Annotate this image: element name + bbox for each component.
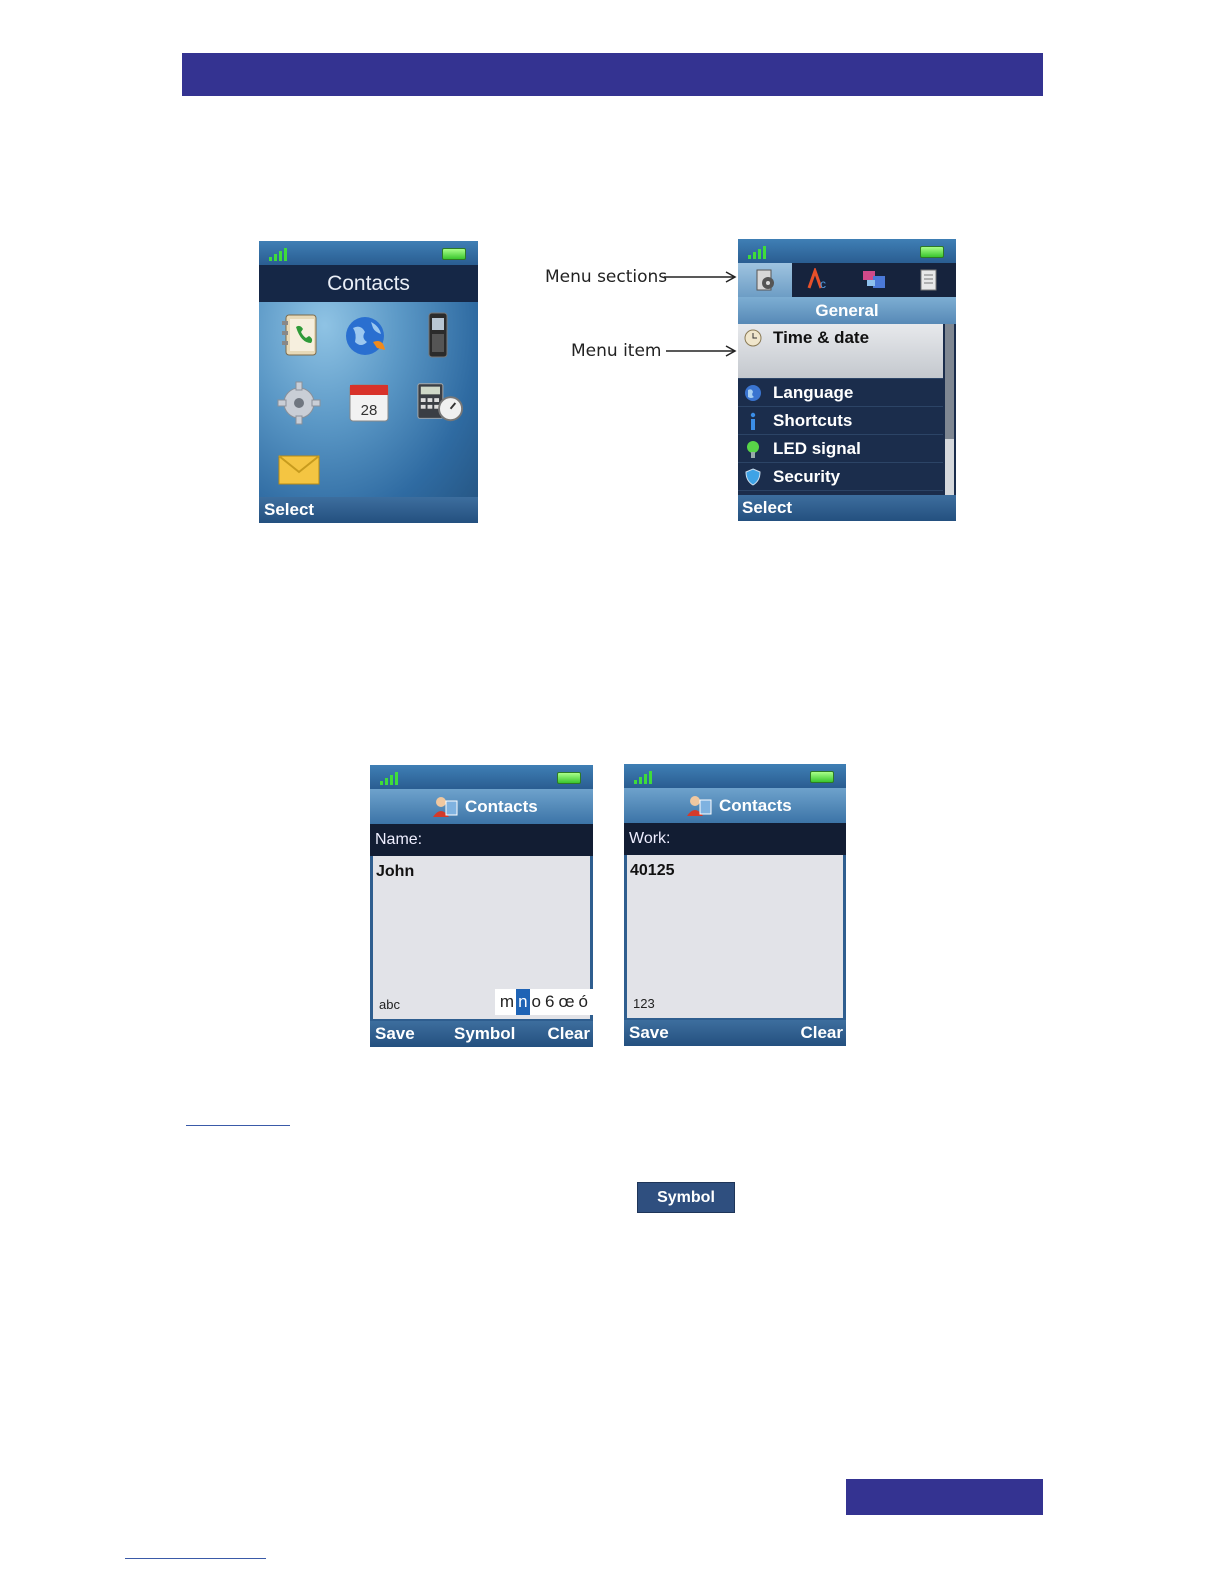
- candidate-char[interactable]: 6: [543, 989, 556, 1015]
- field-label: Name:: [370, 824, 593, 856]
- symbol-button-graphic: Symbol: [637, 1182, 735, 1213]
- menu-item-led-signal[interactable]: LED signal: [738, 435, 943, 463]
- clear-softkey[interactable]: Clear: [800, 1020, 843, 1046]
- select-softkey[interactable]: Select: [742, 495, 792, 521]
- contact-name-entry-screen: Contacts Name: John abc mno6œó Save Symb…: [370, 765, 593, 1047]
- settings-icon[interactable]: [738, 263, 792, 297]
- battery-icon: [442, 248, 466, 260]
- battery-icon: [810, 771, 834, 783]
- scrollbar[interactable]: [945, 324, 954, 495]
- contact-person-icon: [687, 796, 712, 816]
- footer-band: [846, 1479, 1043, 1515]
- softkey-bar: Select: [259, 497, 478, 523]
- envelope-icon[interactable]: [275, 446, 323, 494]
- svg-text:c: c: [820, 277, 826, 291]
- shield-icon: [745, 468, 761, 486]
- menu-item-label: Menu item: [571, 341, 662, 361]
- candidate-char[interactable]: o: [530, 989, 543, 1015]
- status-bar: [738, 239, 956, 263]
- settings-menu-screen: c General Time & date Language Shortcuts…: [738, 239, 956, 521]
- candidate-char[interactable]: m: [498, 989, 516, 1015]
- clear-softkey[interactable]: Clear: [547, 1021, 590, 1047]
- contact-number-entry-screen: Contacts Work: 40125 123 Save Clear: [624, 764, 846, 1046]
- save-softkey[interactable]: Save: [375, 1021, 415, 1047]
- save-softkey[interactable]: Save: [629, 1020, 669, 1046]
- status-bar: [624, 764, 846, 788]
- menu-sections-label: Menu sections: [545, 267, 668, 287]
- menu-item-time-date[interactable]: Time & date: [738, 324, 943, 379]
- main-menu-screen: Contacts 28 Select: [259, 241, 478, 523]
- signal-icon: [634, 770, 658, 784]
- battery-icon: [557, 772, 581, 784]
- scrollbar-thumb[interactable]: [945, 324, 954, 439]
- input-mode-indicator: abc: [379, 997, 400, 1012]
- screen-title: Contacts: [719, 796, 792, 815]
- footer-link-underline: [125, 1558, 266, 1559]
- calculator-icon[interactable]: [416, 378, 464, 426]
- softkey-bar: Save Clear: [624, 1020, 846, 1046]
- menu-item-language[interactable]: Language: [738, 379, 943, 407]
- screen-title: Contacts: [259, 265, 478, 302]
- input-value: 40125: [630, 862, 675, 879]
- candidate-char-selected[interactable]: n: [516, 989, 530, 1015]
- number-input[interactable]: 40125: [627, 855, 843, 1018]
- candidate-char[interactable]: œ: [556, 989, 576, 1015]
- list-icon[interactable]: [901, 263, 955, 297]
- candidate-char[interactable]: ó: [577, 989, 590, 1015]
- calendar-icon[interactable]: 28: [345, 379, 393, 427]
- character-candidate-bar[interactable]: mno6œó: [494, 989, 593, 1015]
- clock-icon: [744, 329, 762, 347]
- text-style-icon[interactable]: c: [792, 263, 846, 297]
- signal-icon: [748, 245, 772, 259]
- menu-item-label: Time & date: [773, 328, 870, 347]
- menu-item-arrow: [666, 345, 737, 357]
- gear-icon[interactable]: [275, 379, 323, 427]
- softkey-bar: Select: [738, 495, 956, 521]
- menu-item-label: Shortcuts: [773, 411, 853, 430]
- globe-icon: [745, 385, 761, 401]
- theme-icon[interactable]: [847, 263, 901, 297]
- menu-item-label: Security: [773, 467, 841, 486]
- softkey-bar: Save Symbol Clear: [370, 1021, 593, 1047]
- phone-handset-icon[interactable]: [414, 311, 462, 359]
- screen-title: Contacts: [465, 797, 538, 816]
- menu-sections-arrow: [664, 271, 737, 283]
- link-underline: [186, 1125, 290, 1126]
- battery-icon: [920, 246, 944, 258]
- select-softkey[interactable]: Select: [264, 497, 314, 523]
- screen-title-bar: Contacts: [370, 789, 593, 824]
- signal-icon: [380, 771, 404, 785]
- field-label: Work:: [624, 823, 846, 855]
- menu-item-label: LED signal: [773, 439, 861, 458]
- menu-sections-tabs: c: [738, 263, 956, 297]
- symbol-softkey[interactable]: Symbol: [454, 1021, 515, 1047]
- signal-icon: [269, 247, 293, 261]
- input-value: John: [376, 863, 415, 880]
- screen-title-bar: Contacts: [624, 788, 846, 823]
- led-icon: [747, 441, 759, 458]
- section-title: General: [738, 297, 956, 324]
- menu-item-security[interactable]: Security: [738, 463, 943, 491]
- info-icon: [750, 412, 756, 430]
- svg-text:28: 28: [361, 402, 378, 419]
- globe-icon[interactable]: [343, 312, 391, 360]
- status-bar: [259, 241, 478, 265]
- header-band: [182, 53, 1043, 96]
- menu-item-label: Language: [773, 383, 854, 402]
- status-bar: [370, 765, 593, 789]
- menu-item-shortcuts[interactable]: Shortcuts: [738, 407, 943, 435]
- contact-person-icon: [433, 797, 458, 817]
- contacts-book-icon[interactable]: [276, 311, 324, 359]
- input-mode-indicator: 123: [633, 996, 655, 1011]
